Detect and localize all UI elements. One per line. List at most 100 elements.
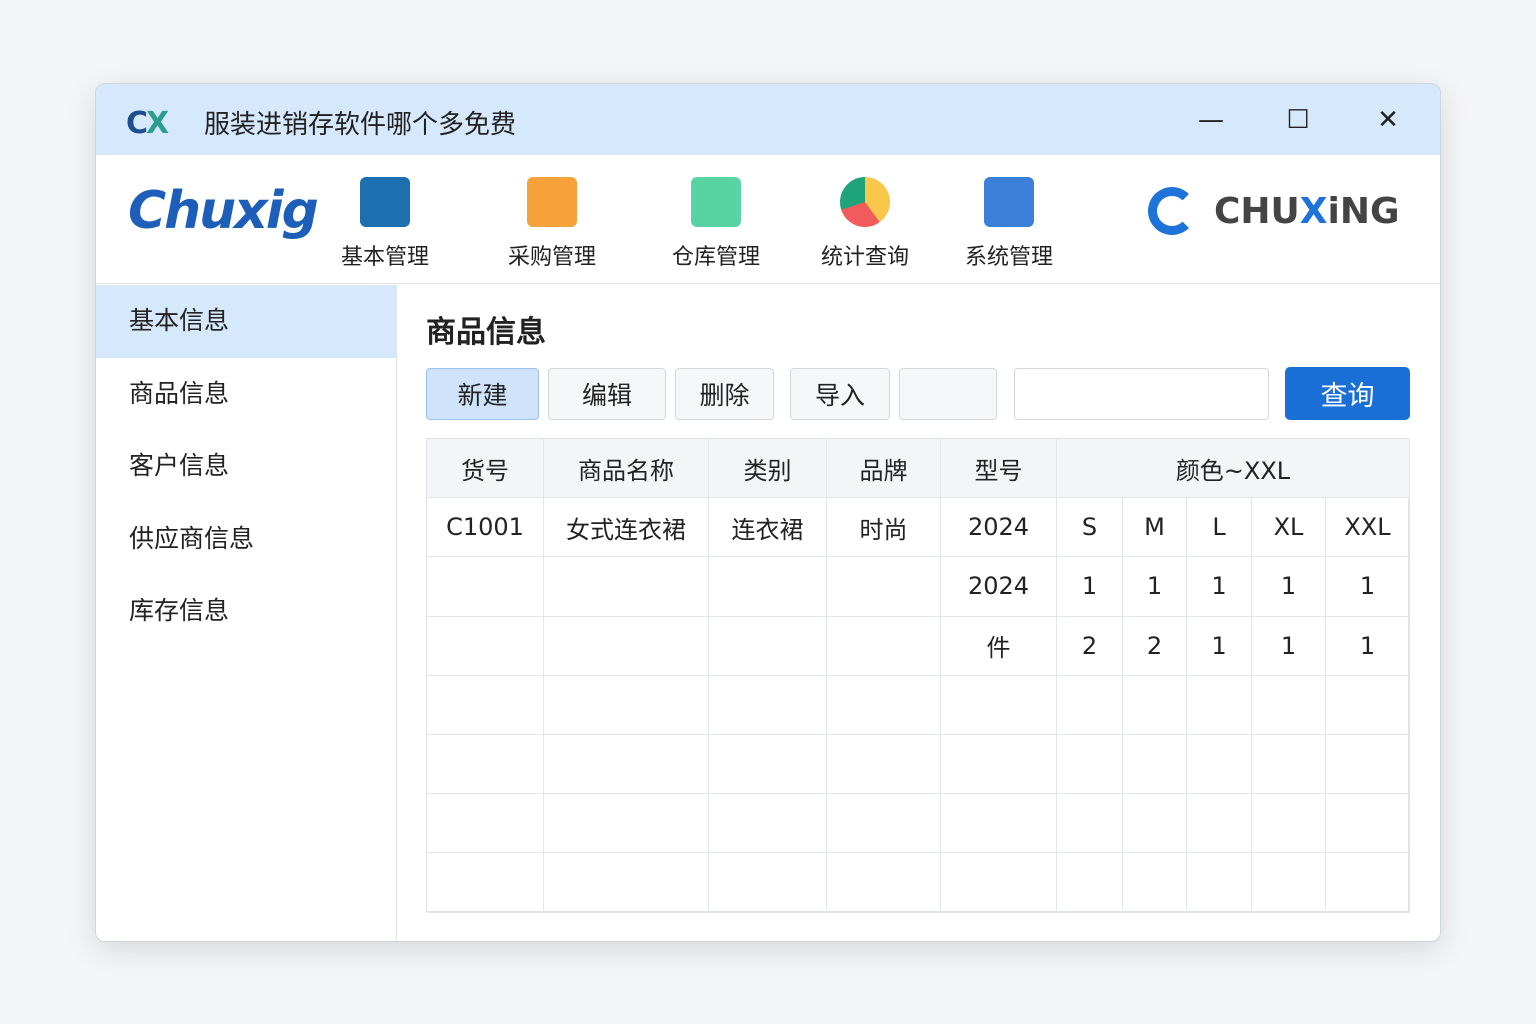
warehouse-icon: [691, 177, 741, 227]
nav-label: 统计查询: [820, 245, 909, 270]
sidebar-item-customer-info[interactable]: 客户信息: [96, 430, 396, 503]
nav-label: 系统管理: [964, 245, 1053, 270]
sidebar: 基本信息 商品信息 客户信息 供应商信息 库存信息: [96, 285, 397, 941]
delete-button[interactable]: 删除: [675, 368, 774, 420]
table-cell: C1001: [427, 498, 544, 558]
table-cell: [544, 675, 709, 735]
brand-text: iNG: [1327, 190, 1400, 232]
table-cell: [709, 557, 827, 617]
table-cell: [544, 616, 709, 676]
maximize-button[interactable]: ☐: [1276, 100, 1320, 140]
table-cell: 1: [1187, 616, 1252, 676]
nav-system-management[interactable]: 系统管理: [944, 177, 1074, 271]
brand-text-accent: X: [1299, 190, 1328, 232]
table-cell: 1: [1187, 557, 1252, 617]
search-input[interactable]: [1014, 368, 1269, 420]
table-cell: [1057, 675, 1123, 735]
blank-button[interactable]: [899, 368, 997, 420]
table-cell: [1123, 853, 1187, 913]
table-cell: XXL: [1326, 498, 1410, 558]
table-cell: [941, 675, 1057, 735]
table-cell: [941, 853, 1057, 913]
table-cell: [1252, 675, 1326, 735]
close-button[interactable]: ✕: [1366, 100, 1410, 140]
table-cell: [827, 735, 941, 795]
table-cell: [709, 735, 827, 795]
table-cell: [709, 675, 827, 735]
nav-label: 仓库管理: [671, 245, 760, 270]
table-cell: 2024: [941, 498, 1057, 558]
table-cell: 女式连衣裙: [544, 498, 709, 558]
column-header: 颜色~XXL: [1057, 439, 1410, 499]
brand-text: CHU: [1214, 190, 1300, 232]
nav-label: 基本管理: [340, 245, 429, 270]
table-cell: [709, 616, 827, 676]
table-cell: 1: [1326, 557, 1410, 617]
table-cell: [1123, 794, 1187, 854]
import-button[interactable]: 导入: [790, 368, 890, 420]
table-cell: 连衣裙: [709, 498, 827, 558]
nav-statistics-query[interactable]: 统计查询: [800, 177, 930, 271]
table-cell: [427, 853, 544, 913]
table-cell: [544, 735, 709, 795]
page-title: 商品信息: [426, 315, 546, 350]
table-cell: [1326, 853, 1410, 913]
table-cell: [1187, 735, 1252, 795]
table-cell: 件: [941, 616, 1057, 676]
table-cell: [827, 616, 941, 676]
table-cell: [1326, 735, 1410, 795]
table-cell: [1252, 735, 1326, 795]
table-cell: [1326, 675, 1410, 735]
nav-purchase-management[interactable]: 采购管理: [487, 177, 617, 271]
table-cell: [1187, 853, 1252, 913]
edit-button[interactable]: 编辑: [548, 368, 666, 420]
table-cell: [427, 794, 544, 854]
sidebar-item-inventory-info[interactable]: 库存信息: [96, 575, 396, 648]
main-panel: 商品信息 新建 编辑 删除 导入 查询 货号 商品名称 类别 品牌 型号 颜色~XXL C1…: [398, 285, 1440, 941]
brand-logo-icon: [1148, 187, 1196, 235]
table-cell: [544, 794, 709, 854]
nav-label: 采购管理: [507, 245, 596, 270]
table-cell: M: [1123, 498, 1187, 558]
minimize-button[interactable]: —: [1189, 100, 1233, 140]
table-cell: [544, 557, 709, 617]
column-header: 货号: [427, 439, 544, 499]
sidebar-item-product-info[interactable]: 商品信息: [96, 358, 396, 431]
table-cell: [709, 853, 827, 913]
query-button[interactable]: 查询: [1285, 367, 1410, 420]
table-cell: [1057, 794, 1123, 854]
table-cell: [427, 675, 544, 735]
table-cell: [1123, 675, 1187, 735]
pie-chart-icon: [840, 177, 890, 227]
app-logo: CX: [126, 106, 169, 141]
nav-warehouse-management[interactable]: 仓库管理: [651, 177, 781, 271]
table-cell: [709, 794, 827, 854]
table-cell: [941, 735, 1057, 795]
window-title: 服装进销存软件哪个多免费: [204, 110, 517, 140]
table-cell: 2024: [941, 557, 1057, 617]
table-cell: [827, 853, 941, 913]
table-cell: [427, 557, 544, 617]
table-cell: [1187, 675, 1252, 735]
table-cell: [544, 853, 709, 913]
table-cell: XL: [1252, 498, 1326, 558]
table-cell: [827, 675, 941, 735]
table-cell: 1: [1123, 557, 1187, 617]
nav-basic-management[interactable]: 基本管理: [320, 177, 450, 271]
table-cell: [1252, 794, 1326, 854]
sidebar-item-basic-info[interactable]: 基本信息: [96, 285, 396, 358]
settings-document-icon: [984, 177, 1034, 227]
new-button[interactable]: 新建: [426, 368, 539, 420]
column-header: 品牌: [827, 439, 941, 499]
table-cell: [1252, 853, 1326, 913]
table-cell: 1: [1326, 616, 1410, 676]
purchase-icon: [527, 177, 577, 227]
app-window: CX 服装进销存软件哪个多免费 — ☐ ✕ Chuxig 基本管理 采购管理 仓…: [95, 83, 1441, 942]
table-cell: 时尚: [827, 498, 941, 558]
table-cell: [427, 616, 544, 676]
table-cell: [941, 794, 1057, 854]
table-cell: L: [1187, 498, 1252, 558]
product-table: 货号 商品名称 类别 品牌 型号 颜色~XXL C1001 女式连衣裙 连衣裙 时尚 2024 S M L…: [426, 438, 1410, 913]
table-cell: [427, 735, 544, 795]
sidebar-item-supplier-info[interactable]: 供应商信息: [96, 503, 396, 576]
